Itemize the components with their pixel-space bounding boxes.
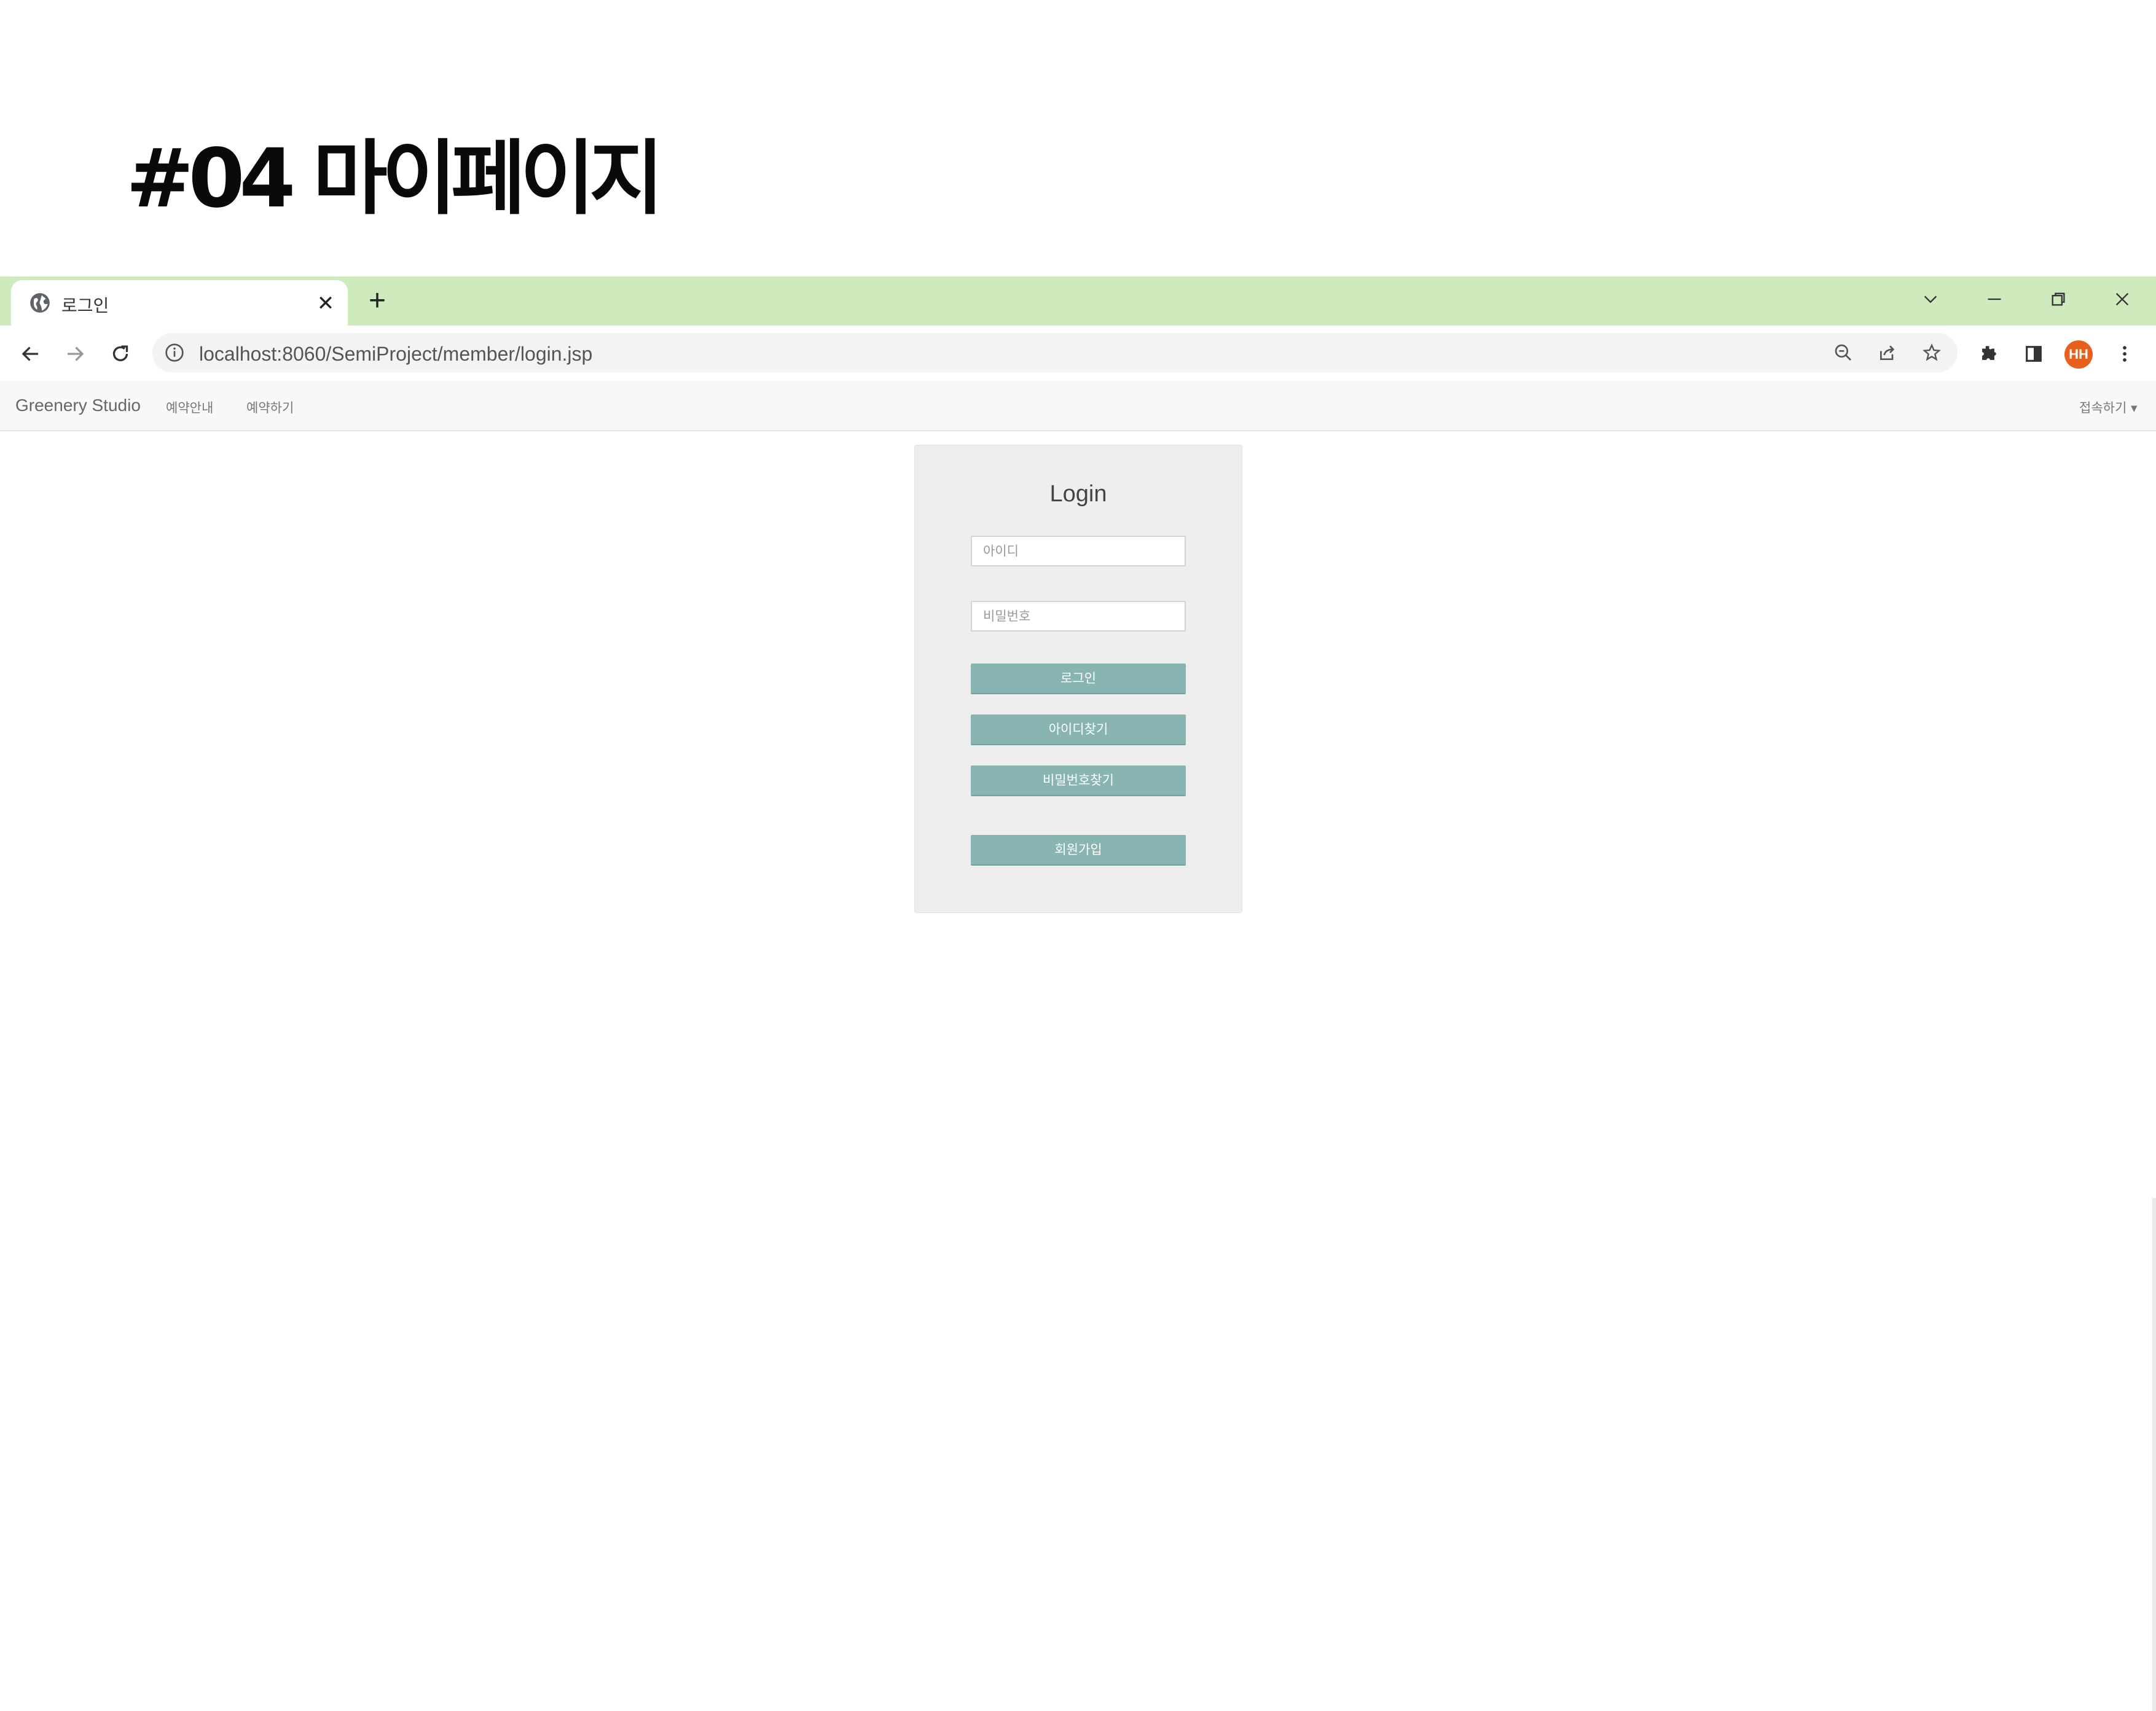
profile-avatar[interactable]: HH [2064, 340, 2093, 369]
slide-title: #04 마이페이지 [126, 131, 664, 226]
browser-toolbar: localhost:8060/SemiProject/member/login.… [0, 326, 2156, 415]
tab-close-icon[interactable]: ✕ [315, 292, 337, 315]
nav-link-reservation-info[interactable]: 예약안내 [166, 398, 213, 417]
connect-dropdown[interactable]: 접속하기 ▾ [2079, 398, 2138, 417]
login-button[interactable]: 로그인 [971, 664, 1186, 694]
tab-login[interactable]: 로그인 ✕ [11, 280, 348, 326]
chevron-down-icon[interactable] [1912, 284, 1949, 315]
more-menu-icon[interactable] [2110, 339, 2139, 369]
globe-icon [30, 293, 50, 313]
tab-title: 로그인 [61, 296, 109, 316]
new-tab-button[interactable]: + [364, 286, 391, 316]
login-panel: Login 로그인 아이디찾기 비밀번호찾기 회원가입 [914, 445, 1242, 913]
zoom-icon[interactable] [1832, 342, 1854, 364]
url-text: localhost:8060/SemiProject/member/login.… [199, 343, 593, 365]
login-title: Login [1049, 481, 1107, 507]
reload-icon[interactable] [106, 339, 135, 369]
password-input[interactable] [971, 601, 1186, 632]
tab-strip: 로그인 ✕ + [0, 276, 2156, 326]
forward-icon[interactable] [60, 339, 90, 369]
side-panel-icon[interactable] [2019, 339, 2048, 369]
find-password-button[interactable]: 비밀번호찾기 [971, 765, 1186, 796]
site-brand[interactable]: Greenery Studio [15, 396, 141, 415]
site-navbar: Greenery Studio 예약안내 예약하기 접속하기 ▾ [0, 381, 2156, 431]
back-icon[interactable] [16, 339, 45, 369]
address-bar[interactable]: localhost:8060/SemiProject/member/login.… [152, 333, 1958, 372]
window-edge [2152, 1198, 2156, 1711]
info-icon[interactable] [165, 343, 184, 362]
close-icon[interactable] [2104, 284, 2141, 315]
signup-button[interactable]: 회원가입 [971, 835, 1186, 866]
find-id-button[interactable]: 아이디찾기 [971, 715, 1186, 745]
browser-window: 로그인 ✕ + localhost:8060/SemiProject/membe… [0, 276, 2156, 1711]
extensions-icon[interactable] [1974, 339, 2003, 369]
minimize-icon[interactable] [1976, 284, 2013, 315]
id-input[interactable] [971, 536, 1186, 566]
share-icon[interactable] [1876, 342, 1899, 364]
nav-link-make-reservation[interactable]: 예약하기 [246, 398, 294, 417]
restore-icon[interactable] [2040, 284, 2077, 315]
star-icon[interactable] [1921, 342, 1943, 364]
